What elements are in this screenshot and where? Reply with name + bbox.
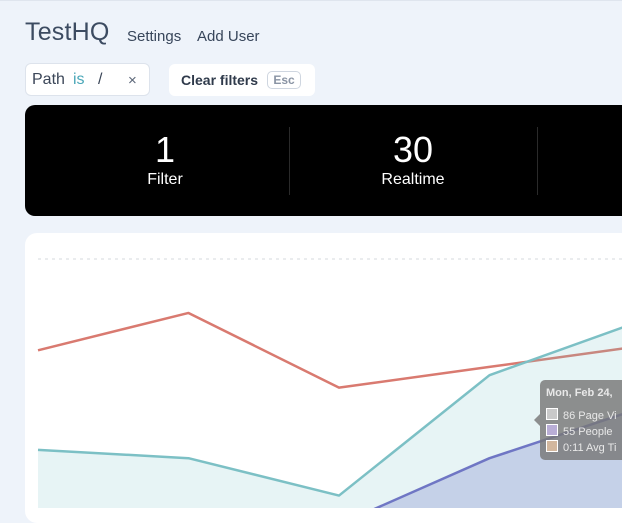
- swatch-avg-time: [546, 440, 558, 452]
- esc-shortcut-badge: Esc: [267, 71, 301, 89]
- stat-divider: [537, 127, 538, 195]
- filter-value: /: [98, 71, 103, 88]
- stats-bar: 1 Filter 30 Realtime: [25, 105, 622, 216]
- line-chart[interactable]: [25, 233, 622, 508]
- nav-settings[interactable]: Settings: [127, 28, 181, 45]
- tooltip-page-views: 86 Page Vi: [563, 410, 617, 422]
- brand-logo[interactable]: TestHQ: [25, 18, 110, 47]
- filter-operator: is: [73, 71, 85, 88]
- tooltip-avg-time: 0:11 Avg Ti: [563, 442, 617, 454]
- tooltip-title: Mon, Feb 24,: [546, 387, 613, 399]
- clear-filters-label: Clear filters: [181, 72, 259, 88]
- filter-field: Path: [32, 71, 65, 88]
- top-border: [0, 0, 622, 1]
- stat-divider: [289, 127, 290, 195]
- stat-label: Filter: [147, 171, 183, 188]
- tooltip-row: 0:11 Avg Ti: [546, 440, 616, 454]
- remove-filter-icon[interactable]: ×: [128, 72, 137, 89]
- swatch-page-views: [546, 408, 558, 420]
- tooltip-row: 86 Page Vi: [546, 408, 617, 422]
- stat-label: Realtime: [381, 171, 445, 188]
- tooltip-row: 55 People: [546, 424, 613, 438]
- chart-tooltip: Mon, Feb 24, 86 Page Vi 55 People 0:11 A…: [534, 380, 622, 460]
- chart-card: [25, 233, 622, 523]
- stat-value: 1: [154, 129, 176, 170]
- filter-chip-path[interactable]: Path is / ×: [25, 63, 150, 96]
- nav-add-user[interactable]: Add User: [197, 28, 260, 45]
- tooltip-people: 55 People: [563, 426, 613, 438]
- swatch-people: [546, 424, 558, 436]
- clear-filters-button[interactable]: Clear filters Esc: [169, 64, 315, 96]
- stat-value: 30: [392, 129, 434, 170]
